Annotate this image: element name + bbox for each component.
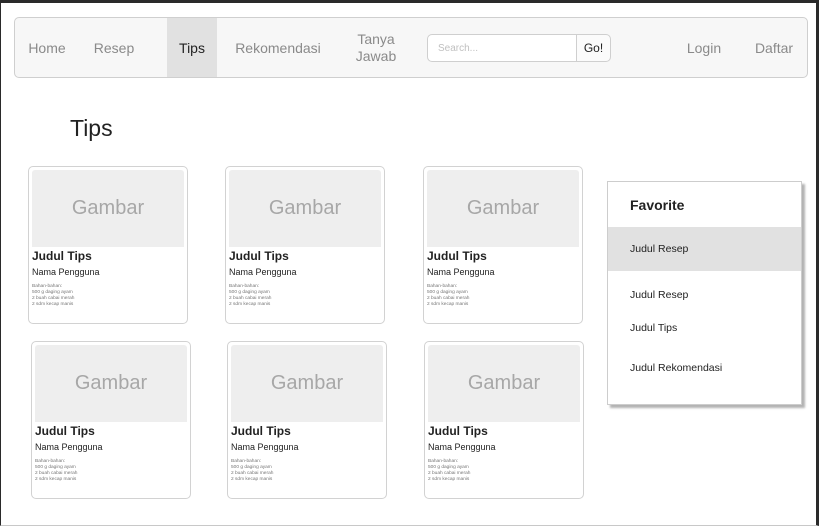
tip-card[interactable]: Gambar Judul Tips Nama Pengguna Bahan-ba…: [424, 341, 584, 499]
card-user: Nama Pengguna: [427, 267, 495, 277]
tip-card[interactable]: Gambar Judul Tips Nama Pengguna Bahan-ba…: [225, 166, 385, 324]
search-input[interactable]: [427, 34, 577, 62]
card-user: Nama Pengguna: [35, 442, 103, 452]
card-user: Nama Pengguna: [32, 267, 100, 277]
favorite-item[interactable]: Judul Resep: [608, 227, 801, 271]
tip-card[interactable]: Gambar Judul Tips Nama Pengguna Bahan-ba…: [28, 166, 188, 324]
login-link[interactable]: Login: [677, 18, 731, 77]
tip-card[interactable]: Gambar Judul Tips Nama Pengguna Bahan-ba…: [423, 166, 583, 324]
image-placeholder: Gambar: [229, 170, 381, 247]
nav-home[interactable]: Home: [23, 18, 71, 77]
nav-resep[interactable]: Resep: [83, 18, 145, 77]
card-description: Bahan-bahan: 500 g daging ayam 2 buah ca…: [32, 284, 75, 307]
card-user: Nama Pengguna: [428, 442, 496, 452]
card-title[interactable]: Judul Tips: [427, 249, 487, 263]
card-description: Bahan-bahan: 500 g daging ayam 2 buah ca…: [231, 459, 274, 482]
go-button[interactable]: Go!: [576, 34, 611, 62]
favorite-item[interactable]: Judul Rekomendasi: [608, 346, 801, 390]
image-placeholder: Gambar: [231, 345, 383, 422]
nav-tanya-jawab[interactable]: Tanya Jawab: [345, 18, 407, 77]
page-title: Tips: [70, 115, 113, 141]
card-description: Bahan-bahan: 500 g daging ayam 2 buah ca…: [229, 284, 272, 307]
card-description: Bahan-bahan: 500 g daging ayam 2 buah ca…: [428, 459, 471, 482]
navbar: Home Resep Tips Rekomendasi Tanya Jawab …: [14, 17, 808, 78]
favorite-panel: Favorite Judul Resep Judul Resep Judul T…: [607, 181, 802, 405]
image-placeholder: Gambar: [35, 345, 187, 422]
nav-tips[interactable]: Tips: [167, 18, 217, 77]
image-placeholder: Gambar: [428, 345, 580, 422]
image-placeholder: Gambar: [427, 170, 579, 247]
card-title[interactable]: Judul Tips: [35, 424, 95, 438]
card-title[interactable]: Judul Tips: [229, 249, 289, 263]
card-user: Nama Pengguna: [229, 267, 297, 277]
card-user: Nama Pengguna: [231, 442, 299, 452]
card-title[interactable]: Judul Tips: [32, 249, 92, 263]
tip-card[interactable]: Gambar Judul Tips Nama Pengguna Bahan-ba…: [227, 341, 387, 499]
card-title[interactable]: Judul Tips: [231, 424, 291, 438]
favorite-item[interactable]: Judul Tips: [608, 306, 801, 350]
card-description: Bahan-bahan: 500 g daging ayam 2 buah ca…: [427, 284, 470, 307]
card-description: Bahan-bahan: 500 g daging ayam 2 buah ca…: [35, 459, 78, 482]
tip-card[interactable]: Gambar Judul Tips Nama Pengguna Bahan-ba…: [31, 341, 191, 499]
favorite-title: Favorite: [630, 197, 685, 213]
daftar-link[interactable]: Daftar: [745, 18, 803, 77]
card-title[interactable]: Judul Tips: [428, 424, 488, 438]
image-placeholder: Gambar: [32, 170, 184, 247]
nav-rekomendasi[interactable]: Rekomendasi: [221, 18, 335, 77]
